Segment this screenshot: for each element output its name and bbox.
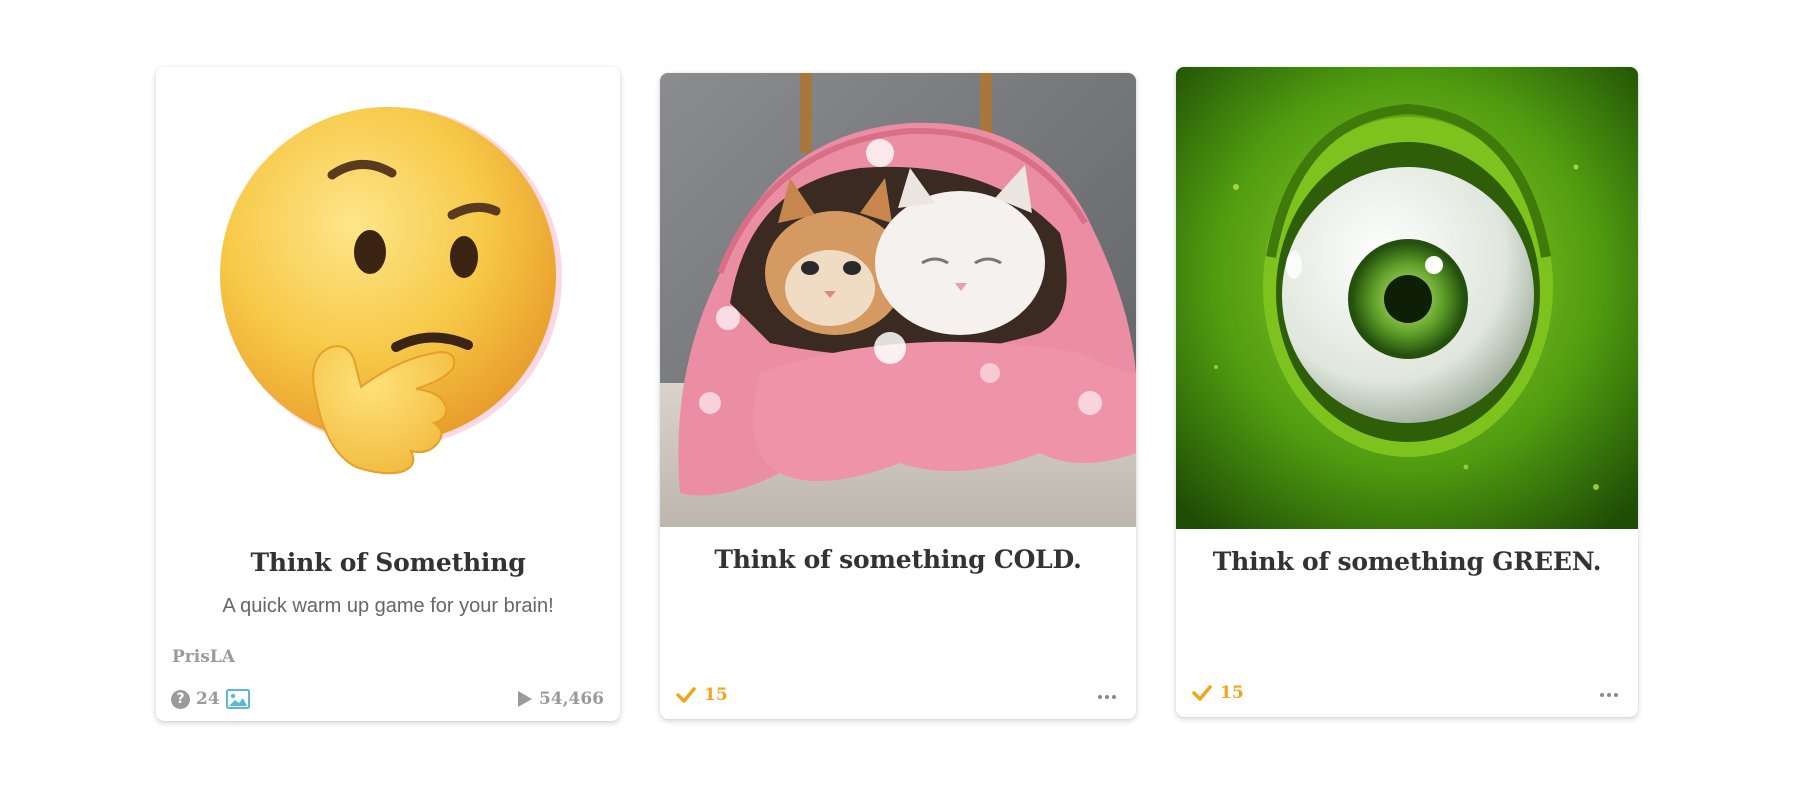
checkmark-icon [1192, 685, 1212, 701]
completed-count-value: 15 [704, 685, 728, 705]
game-card-think-green[interactable]: Think of something GREEN. 15 [1176, 67, 1638, 717]
card-description: A quick warm up game for your brain! [222, 595, 554, 617]
more-dots-icon[interactable] [1098, 695, 1116, 699]
play-count-value: 54,466 [538, 689, 604, 709]
question-circle-icon: ? [171, 689, 190, 709]
card-thumbnail[interactable] [660, 73, 1136, 527]
card-title[interactable]: Think of something GREEN. [1176, 547, 1638, 576]
checkmark-icon [676, 687, 696, 703]
completed-count: 15 [676, 685, 728, 705]
play-count: 54,466 [517, 689, 604, 709]
game-card-think-of-something[interactable]: Think of Something A quick warm up game … [156, 67, 620, 721]
more-dots-icon[interactable] [1600, 693, 1618, 697]
play-icon [517, 691, 532, 707]
thinking-face-emoji-image [220, 107, 562, 475]
completed-count-value: 15 [1220, 683, 1244, 703]
kittens-in-pink-blanket-image [660, 73, 1136, 527]
question-count: 24 [196, 689, 220, 709]
card-thumbnail[interactable] [1176, 67, 1638, 529]
green-monster-eye-image [1176, 67, 1638, 529]
card-title[interactable]: Think of something COLD. [660, 545, 1136, 574]
game-card-think-cold[interactable]: Think of something COLD. 15 [660, 73, 1136, 719]
card-thumbnail[interactable] [156, 67, 620, 517]
card-title[interactable]: Think of Something [156, 548, 620, 577]
completed-count: 15 [1192, 683, 1244, 703]
image-icon [225, 689, 250, 709]
question-info: ? 24 [171, 689, 250, 709]
author-name[interactable]: PrisLA [172, 647, 235, 667]
